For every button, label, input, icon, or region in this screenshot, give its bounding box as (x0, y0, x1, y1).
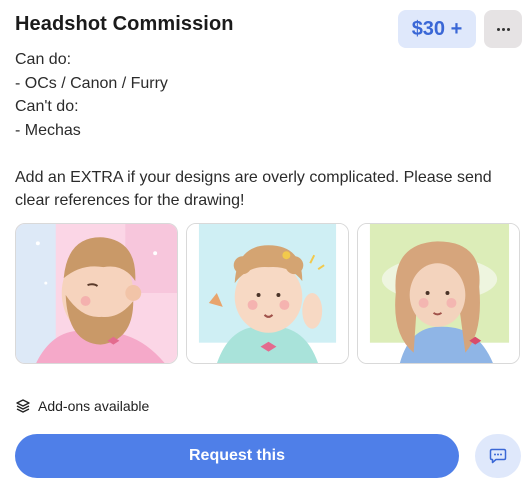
description-line: Add an EXTRA if your designs are overly … (15, 168, 492, 186)
price-badge[interactable]: $30 + (398, 10, 476, 48)
ellipsis-icon (496, 27, 510, 31)
description-line: clear references for the drawing! (15, 192, 245, 209)
curly-haired-illustration (187, 224, 348, 363)
message-button[interactable] (475, 434, 521, 478)
description-line: Can do: (15, 51, 72, 68)
commission-header: Headshot Commission $30 + (15, 10, 522, 50)
chat-bubble-icon (489, 448, 507, 464)
description-line: - Mechas (15, 121, 81, 139)
more-options-button[interactable] (484, 10, 522, 48)
bearded-man-illustration (16, 224, 177, 363)
commission-description: Can do: - OCs / Canon / Furry Can't do: … (15, 48, 520, 213)
gallery-thumbnail-1[interactable] (15, 223, 178, 364)
request-this-button[interactable]: Request this (15, 434, 459, 478)
gallery-thumbnail-2[interactable] (186, 223, 349, 364)
addons-label: Add-ons available (38, 398, 150, 414)
description-line (15, 142, 520, 166)
example-gallery (15, 223, 520, 364)
gallery-thumbnail-3[interactable] (357, 223, 520, 364)
long-haired-illustration (358, 224, 519, 363)
description-line: Can't do: (15, 98, 79, 115)
layers-icon (16, 399, 30, 413)
description-line: - OCs / Canon / Furry (15, 74, 168, 92)
addons-available: Add-ons available (15, 398, 149, 414)
commission-title: Headshot Commission (15, 13, 234, 35)
